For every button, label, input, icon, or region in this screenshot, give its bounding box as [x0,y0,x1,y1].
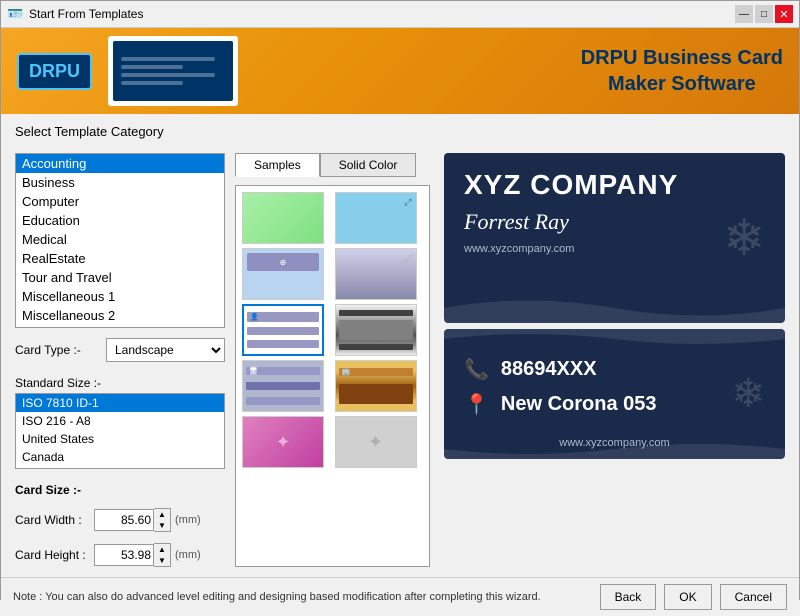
card-height-input[interactable] [94,544,154,566]
card-width-row: Card Width : ▲ ▼ (mm) [15,508,225,532]
content-area: Select Template Category AccountingBusin… [1,114,799,577]
middle-panel: Samples Solid Color ⤢ ⊕ [235,153,430,567]
card-width-up[interactable]: ▲ [154,509,170,520]
standard-size-item[interactable]: Canada [16,448,224,466]
tab-samples[interactable]: Samples [235,153,320,177]
card-width-input[interactable] [94,509,154,531]
main-row: AccountingBusinessComputerEducationMedic… [15,153,785,567]
card-preview-line [121,81,183,85]
card-height-spinner-btns: ▲ ▼ [154,543,171,567]
header: DRPU DRPU Business Card Maker Software [1,28,799,114]
standard-size-item[interactable]: ISO 7810 ID-1 [16,394,224,412]
category-listbox[interactable]: AccountingBusinessComputerEducationMedic… [15,153,225,328]
app-title: DRPU Business Card Maker Software [581,45,783,97]
card-type-select[interactable]: Landscape Portrait [106,338,225,362]
template-thumb-8[interactable]: 🏢 [335,360,417,412]
category-item[interactable]: Computer [16,192,224,211]
card-width-spinner[interactable]: ▲ ▼ [94,508,171,532]
card-width-down[interactable]: ▼ [154,520,170,531]
standard-size-listbox[interactable]: ISO 7810 ID-1ISO 216 - A8United StatesCa… [15,393,225,469]
card-type-row: Card Type :- Landscape Portrait [15,338,225,362]
template-tabs: Samples Solid Color [235,153,430,177]
template-thumb-6[interactable] [335,304,417,356]
category-item[interactable]: Business [16,173,224,192]
card-address: New Corona 053 [501,393,657,416]
card-phone-number: 88694XXX [501,358,597,381]
card-address-row: 📍 New Corona 053 [464,392,765,417]
left-panel: AccountingBusinessComputerEducationMedic… [15,153,225,567]
drpu-logo: DRPU [17,53,92,90]
maximize-button[interactable]: □ [755,5,773,23]
standard-size-section: Standard Size :- ISO 7810 ID-1ISO 216 - … [15,376,225,469]
phone-icon: 📞 [464,357,489,382]
snowflake-decoration-bottom: ❄ [731,371,765,417]
category-item[interactable]: Miscellaneous 1 [16,287,224,306]
category-item[interactable]: Accounting [16,154,224,173]
card-phone-row: 📞 88694XXX [464,357,765,382]
titlebar: 🪪 Start From Templates — □ ✕ [1,1,799,28]
template-thumb-4[interactable]: ⤢ [335,248,417,300]
category-item[interactable]: Tour and Travel [16,268,224,287]
footer-note: Note : You can also do advanced level ed… [13,591,592,603]
wave-decoration-bottom-bot [444,439,785,459]
template-grid-container: ⤢ ⊕ ⤢ 👤 [235,185,430,567]
card-preview-bottom: 📞 88694XXX 📍 New Corona 053 www.xyzcompa… [444,329,785,459]
card-width-unit: (mm) [175,514,201,526]
card-person-name: Forrest Ray [464,209,569,234]
close-button[interactable]: ✕ [775,5,793,23]
card-width-spinner-btns: ▲ ▼ [154,508,171,532]
category-item[interactable]: Miscellaneous 3 [16,325,224,328]
card-height-spinner[interactable]: ▲ ▼ [94,543,171,567]
card-type-label: Card Type :- [15,343,100,357]
standard-size-label: Standard Size :- [15,376,225,390]
minimize-button[interactable]: — [735,5,753,23]
card-company-name: XYZ COMPANY [464,169,765,201]
card-preview-line [121,57,215,61]
main-window: 🪪 Start From Templates — □ ✕ DRPU DRPU B… [0,0,800,600]
card-name-area: Forrest Ray [464,209,765,235]
card-website-top: www.xyzcompany.com [464,243,765,255]
back-button[interactable]: Back [600,584,657,610]
template-thumb-3[interactable]: ⊕ [242,248,324,300]
card-height-row: Card Height : ▲ ▼ (mm) [15,543,225,567]
card-width-label: Card Width : [15,513,90,527]
category-item[interactable]: RealEstate [16,249,224,268]
template-thumb-7[interactable]: 🖥 [242,360,324,412]
tab-solid-color[interactable]: Solid Color [320,153,417,177]
template-thumb-9[interactable]: ✦ [242,416,324,468]
header-card-preview [108,36,238,106]
preview-panel: XYZ COMPANY Forrest Ray www.xyzcompany.c… [440,153,785,567]
card-size-label: Card Size :- [15,483,225,497]
card-height-down[interactable]: ▼ [154,555,170,566]
cancel-button[interactable]: Cancel [720,584,787,610]
snowflake-decoration-top: ❄ [723,209,765,267]
wave-decoration-bottom-top [444,329,785,349]
card-preview-top: XYZ COMPANY Forrest Ray www.xyzcompany.c… [444,153,785,323]
standard-size-item[interactable]: United States [16,430,224,448]
template-grid: ⤢ ⊕ ⤢ 👤 [236,186,429,474]
template-thumb-10[interactable]: ✦ [335,416,417,468]
window-icon: 🪪 [7,6,23,22]
template-thumb-5[interactable]: 👤 [242,304,324,356]
ok-button[interactable]: OK [664,584,711,610]
location-icon: 📍 [464,392,489,417]
standard-size-item[interactable]: ISO 216 - A8 [16,412,224,430]
card-height-unit: (mm) [175,549,201,561]
category-item[interactable]: Miscellaneous 2 [16,306,224,325]
wave-decoration-top [444,293,785,323]
card-preview-line [121,73,215,77]
category-item[interactable]: Education [16,211,224,230]
section-label: Select Template Category [15,124,785,139]
window-title: Start From Templates [29,7,733,21]
card-height-label: Card Height : [15,548,90,562]
footer: Note : You can also do advanced level ed… [1,577,799,616]
card-height-up[interactable]: ▲ [154,544,170,555]
template-thumb-1[interactable] [242,192,324,244]
category-item[interactable]: Medical [16,230,224,249]
template-thumb-2[interactable]: ⤢ [335,192,417,244]
card-preview-line [121,65,183,69]
